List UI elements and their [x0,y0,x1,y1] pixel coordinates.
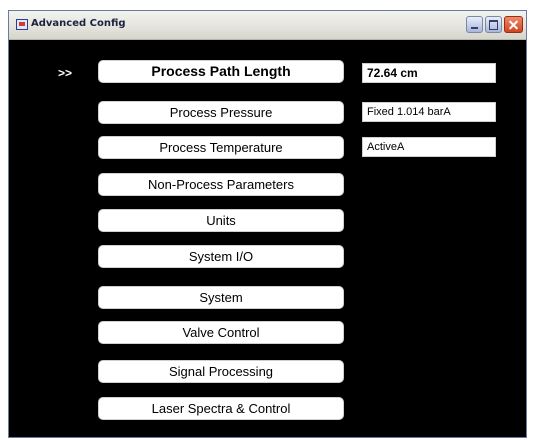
valve-control-button[interactable]: Valve Control [98,321,344,344]
temperature-value: ActiveA [362,137,496,157]
close-button[interactable] [504,16,523,33]
minimize-button[interactable] [466,16,483,33]
process-pressure-button[interactable]: Process Pressure [98,101,344,124]
maximize-button[interactable] [485,16,502,33]
process-path-length-button[interactable]: Process Path Length [98,60,344,83]
pressure-value: Fixed 1.014 barA [362,102,496,122]
system-button[interactable]: System [98,286,344,309]
window-title: Advanced Config [31,18,126,29]
path-length-value: 72.64 cm [362,63,496,83]
signal-processing-button[interactable]: Signal Processing [98,360,344,383]
selection-indicator: >> [58,66,73,80]
title-bar[interactable]: Advanced Config [9,11,526,40]
non-process-parameters-button[interactable]: Non-Process Parameters [98,173,344,196]
advanced-config-window: Advanced Config >> Process Path Length P… [8,10,527,438]
laser-spectra-control-button[interactable]: Laser Spectra & Control [98,397,344,420]
app-icon [16,19,28,30]
system-io-button[interactable]: System I/O [98,245,344,268]
process-temperature-button[interactable]: Process Temperature [98,136,344,159]
units-button[interactable]: Units [98,209,344,232]
